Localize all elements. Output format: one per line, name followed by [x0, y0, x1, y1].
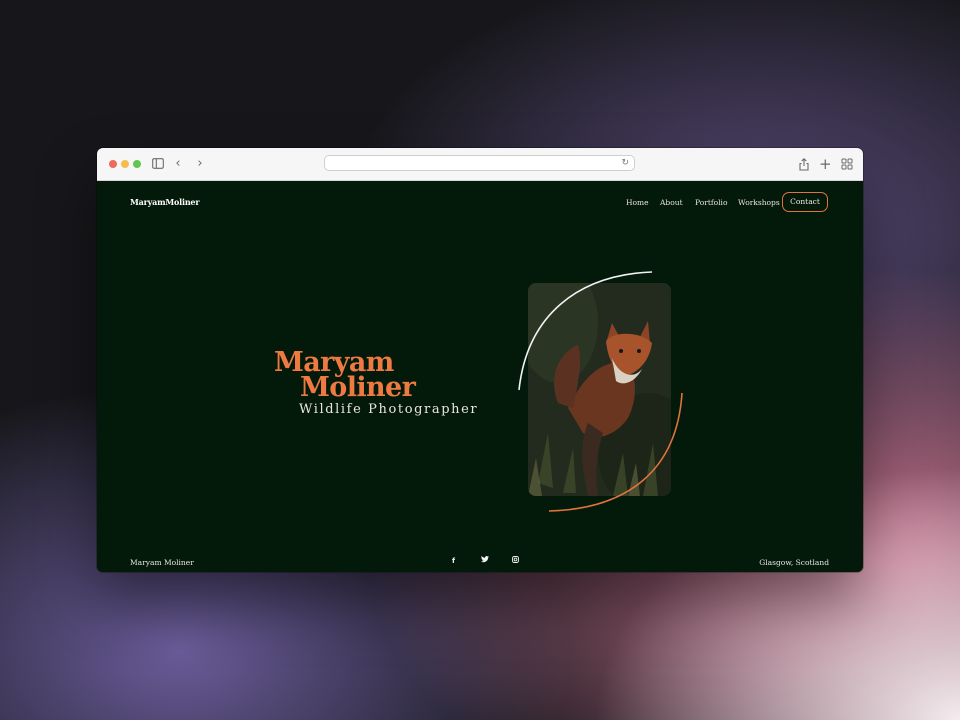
hero-last-name: Moliner	[300, 372, 416, 403]
nav-workshops-link[interactable]: Workshops	[738, 198, 780, 207]
contact-button[interactable]: Contact	[782, 192, 828, 212]
decorative-arcs	[518, 271, 683, 512]
plus-icon[interactable]: +	[819, 155, 832, 173]
browser-toolbar: ‹ › ↻ +	[97, 148, 863, 181]
hero-subtitle: Wildlife Photographer	[299, 402, 479, 417]
share-icon[interactable]	[798, 155, 810, 173]
site-logo[interactable]: MaryamMoliner	[130, 197, 200, 207]
minimize-window-button[interactable]	[121, 160, 129, 168]
maximize-window-button[interactable]	[133, 160, 141, 168]
chevron-right-icon[interactable]: ›	[195, 155, 205, 173]
twitter-icon[interactable]	[481, 556, 489, 566]
nav-about-link[interactable]: About	[660, 198, 683, 207]
footer-location: Glasgow, Scotland	[759, 558, 829, 567]
tab-overview-icon[interactable]	[841, 155, 853, 173]
sidebar-icon[interactable]	[152, 155, 164, 173]
nav-home-link[interactable]: Home	[626, 198, 649, 207]
close-window-button[interactable]	[109, 160, 117, 168]
footer-name: Maryam Moliner	[130, 558, 194, 567]
instagram-icon[interactable]	[512, 556, 519, 566]
address-bar[interactable]: ↻	[324, 155, 635, 171]
nav-portfolio-link[interactable]: Portfolio	[695, 198, 727, 207]
facebook-icon[interactable]: f	[452, 556, 455, 566]
browser-window: ‹ › ↻ + MaryamMoliner Home About Portfol…	[97, 148, 863, 572]
website-page: MaryamMoliner Home About Portfolio Works…	[97, 181, 863, 572]
fox-photo-illustration	[528, 283, 671, 496]
hero-photo	[528, 283, 671, 496]
chevron-left-icon[interactable]: ‹	[173, 155, 183, 173]
reload-icon[interactable]: ↻	[621, 157, 629, 169]
